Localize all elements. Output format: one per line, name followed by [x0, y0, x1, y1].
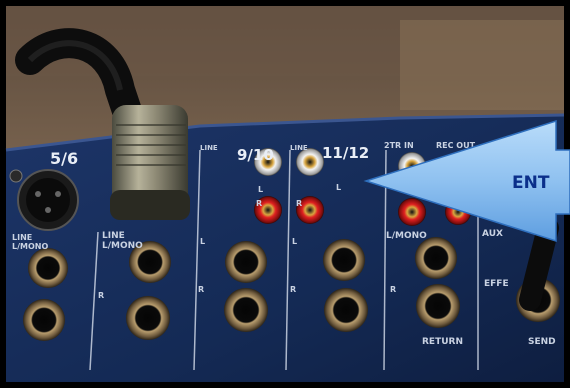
photo-frame: 5/6 9/10 11/12 LINE LINE 2TR IN REC OUT … [0, 0, 570, 388]
marker-l-left: L [200, 237, 205, 246]
marker-l-right: L [292, 237, 297, 246]
marker-r-right: R [290, 285, 296, 294]
marker-r-left: R [198, 285, 204, 294]
marker-r-mid: R [98, 291, 104, 300]
label-lmono-right: L/MONO [386, 231, 427, 241]
label-return: RETURN [422, 337, 463, 347]
xlr-input-socket [17, 169, 79, 231]
label-line-910: LINE [200, 144, 218, 152]
label-lmono-left: L/MONO [12, 242, 48, 251]
marker-r-far: R [390, 285, 396, 294]
label-line-1112: LINE [290, 144, 308, 152]
marker-l-1112: L [336, 183, 341, 192]
label-ch1112: 11/12 [322, 144, 369, 162]
marker-r-1112: R [296, 199, 302, 208]
mixer-photo: 5/6 9/10 11/12 LINE LINE 2TR IN REC OUT … [0, 0, 570, 388]
label-line-left: LINE [12, 233, 32, 242]
label-lmono-mid: L/MONO [102, 241, 143, 251]
label-ch56: 5/6 [50, 149, 78, 168]
label-effects: EFFE [484, 279, 509, 289]
xlr-socket-small [9, 169, 23, 183]
label-line-mid: LINE [102, 231, 125, 241]
marker-r-910: R [256, 199, 262, 208]
label-ch910: 9/10 [237, 146, 274, 164]
label-send: SEND [528, 337, 556, 347]
label-aux: AUX [482, 229, 503, 239]
callout-text: ENT [512, 173, 550, 193]
marker-l-910: L [258, 185, 263, 194]
label-2tr-in: 2TR IN [384, 141, 414, 150]
